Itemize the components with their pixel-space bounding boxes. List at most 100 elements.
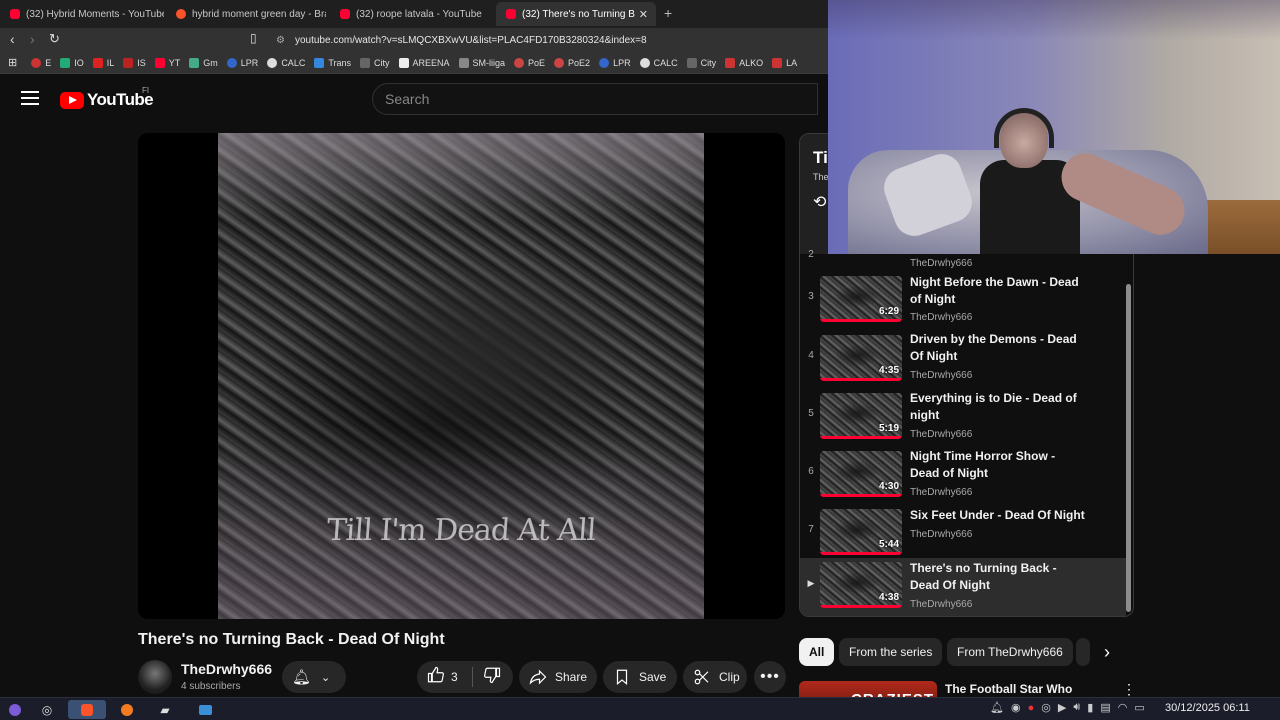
playlist-item-title: There's no Turning Back - Dead Of Night xyxy=(910,561,1057,592)
bookmark-favicon-icon xyxy=(599,57,610,68)
bookmark-item[interactable]: ALKO xyxy=(725,57,763,68)
bookmark-favicon-icon xyxy=(686,57,697,68)
bookmark-item[interactable]: CALC xyxy=(267,57,305,68)
chip-from-channel[interactable]: From TheDrwhy666 xyxy=(947,638,1073,666)
bookmark-item[interactable]: PoE xyxy=(514,57,545,68)
playlist-item-title: Night Time Horror Show - Dead of Night xyxy=(910,449,1056,480)
bookmark-item[interactable]: City xyxy=(686,57,716,68)
playlist-item-thumbnail: 5:44 xyxy=(820,509,902,555)
channel-name[interactable]: TheDrwhy666 xyxy=(181,661,272,677)
chip-partial[interactable] xyxy=(1076,638,1090,666)
app-launcher-icon[interactable] xyxy=(0,700,30,719)
bookmark-item[interactable]: IO xyxy=(60,57,84,68)
playlist-item-channel: TheDrwhy666 xyxy=(910,529,973,540)
forward-icon[interactable]: › xyxy=(30,31,35,47)
bookmark-item[interactable]: YT xyxy=(154,57,180,68)
bookmark-favicon-icon xyxy=(267,57,278,68)
playlist-item-channel: TheDrwhy666 xyxy=(910,487,973,498)
avatar[interactable] xyxy=(138,660,172,694)
bookmark-item[interactable]: City xyxy=(360,57,390,68)
playlist-subtitle: The xyxy=(813,172,829,182)
recommendation-title[interactable]: The Football Star Who xyxy=(945,682,1072,696)
more-actions-button[interactable]: ••• xyxy=(754,661,786,693)
playlist-item[interactable]: 7 5:44 Six Feet Under - Dead Of Night Th… xyxy=(800,505,1126,563)
translate-icon xyxy=(314,57,325,68)
back-icon[interactable]: ‹ xyxy=(10,31,15,47)
bookmark-favicon-icon xyxy=(554,57,565,68)
brave-browser-icon[interactable] xyxy=(68,700,106,719)
site-settings-icon[interactable]: ⚙ xyxy=(276,35,285,46)
apps-icon[interactable]: ⊞ xyxy=(8,56,17,69)
record-icon[interactable]: ● xyxy=(1028,702,1035,714)
bookmark-item[interactable]: LPR xyxy=(226,57,258,68)
bookmark-item[interactable]: Gm xyxy=(189,57,218,68)
playlist-title[interactable]: Ti xyxy=(813,148,828,168)
share-label: Share xyxy=(555,670,588,684)
tab-brave-search[interactable]: hybrid moment green day - Bra xyxy=(166,2,326,26)
playlist-item[interactable]: 3 6:29 Night Before the Dawn - Dead of N… xyxy=(800,272,1126,330)
wifi-icon[interactable]: ◠ xyxy=(1118,701,1128,714)
playlist-scrollbar[interactable] xyxy=(1126,284,1131,612)
bookmark-item[interactable]: LA xyxy=(772,57,797,68)
bookmark-item[interactable]: E xyxy=(31,57,51,68)
reload-icon[interactable]: ↻ xyxy=(49,31,60,47)
playlist-item-index: 2 xyxy=(808,249,814,260)
duration-badge: 5:44 xyxy=(878,539,899,550)
playlist-item[interactable]: 4 4:35 Driven by the Demons - Dead Of Ni… xyxy=(800,331,1126,389)
close-icon[interactable]: ✕ xyxy=(639,8,648,21)
chevron-right-icon[interactable]: › xyxy=(1104,642,1110,663)
new-tab-icon[interactable]: + xyxy=(664,5,672,21)
steam-tray-icon[interactable]: ◎ xyxy=(1041,701,1051,714)
settings-icon[interactable]: ◎ xyxy=(32,700,62,719)
youtube-icon xyxy=(10,9,20,19)
hamburger-menu-icon[interactable] xyxy=(21,91,39,105)
network-icon[interactable]: ◉ xyxy=(1011,701,1021,714)
clipboard-icon[interactable]: ▤ xyxy=(1100,701,1110,714)
file-manager-icon[interactable] xyxy=(190,700,220,719)
firefox-icon[interactable] xyxy=(112,700,142,719)
notification-button[interactable]: 🔔︎ ⌄ xyxy=(282,661,346,693)
bookmark-item[interactable]: Trans xyxy=(314,57,351,68)
bookmark-item[interactable]: IS xyxy=(123,57,146,68)
bookmark-item[interactable]: IL xyxy=(92,57,114,68)
duration-badge: 4:30 xyxy=(878,481,899,492)
more-vertical-icon[interactable]: ⋮ xyxy=(1122,681,1136,698)
share-button[interactable]: Share xyxy=(519,661,597,693)
playlist-item[interactable]: 5 5:19 Everything is to Die - Dead of ni… xyxy=(800,389,1126,447)
bookmark-item[interactable]: CALC xyxy=(639,57,678,68)
playlist-item-current[interactable]: ▶ 4:38 There's no Turning Back - Dead Of… xyxy=(800,558,1126,616)
bookmark-item[interactable]: SM-liiga xyxy=(458,57,505,68)
bookmark-icon[interactable]: ▯ xyxy=(250,31,257,45)
bookmark-item[interactable]: PoE2 xyxy=(554,57,590,68)
bookmark-item[interactable]: AREENA xyxy=(398,57,450,68)
url-text: youtube.com/watch?v=sLMQCXBXwVU&list=PLA… xyxy=(294,34,647,46)
battery-icon[interactable]: ▮ xyxy=(1087,701,1093,714)
dislike-button[interactable] xyxy=(483,666,501,688)
bookmark-item[interactable]: LPR xyxy=(599,57,631,68)
thumbs-up-icon xyxy=(427,666,444,683)
playlist-item-title: Everything is to Die - Dead of night xyxy=(910,391,1077,422)
notification-tray-icon[interactable]: 🔔︎ xyxy=(990,701,1004,714)
save-button[interactable]: Save xyxy=(603,661,677,693)
tab-label: hybrid moment green day - Bra xyxy=(192,8,326,20)
chip-all[interactable]: All xyxy=(799,638,835,666)
address-bar[interactable]: ⚙ youtube.com/watch?v=sLMQCXBXwVU&list=P… xyxy=(270,30,830,50)
search-input[interactable] xyxy=(372,83,818,115)
playlist-item[interactable]: 6 4:30 Night Time Horror Show - Dead of … xyxy=(800,447,1126,505)
monitor-icon[interactable]: ▭ xyxy=(1134,701,1144,714)
loop-icon[interactable]: ⟲ xyxy=(813,192,826,212)
youtube-logo[interactable]: YouTube FI xyxy=(60,86,154,110)
thumbs-down-icon xyxy=(483,667,500,684)
video-player[interactable]: Till I'm Dead At All xyxy=(138,133,785,619)
like-button[interactable] xyxy=(427,666,445,688)
media-icon[interactable]: ▶ xyxy=(1058,701,1066,714)
chip-from-the-series[interactable]: From the series xyxy=(839,638,943,666)
steam-icon[interactable]: ▰ xyxy=(150,700,180,719)
clock[interactable]: 30/12/2025 06:11 xyxy=(1165,702,1250,714)
tab-hybrid-moments[interactable]: (32) Hybrid Moments - YouTube xyxy=(0,2,164,26)
tab-roope-latvala[interactable]: (32) roope latvala - YouTube xyxy=(330,2,494,26)
youtube-icon xyxy=(340,9,350,19)
clip-button[interactable]: Clip xyxy=(683,661,747,693)
tab-current-video[interactable]: (32) There's no Turning B ✕ xyxy=(496,2,656,26)
volume-icon[interactable]: 🔊︎ xyxy=(1073,701,1080,714)
